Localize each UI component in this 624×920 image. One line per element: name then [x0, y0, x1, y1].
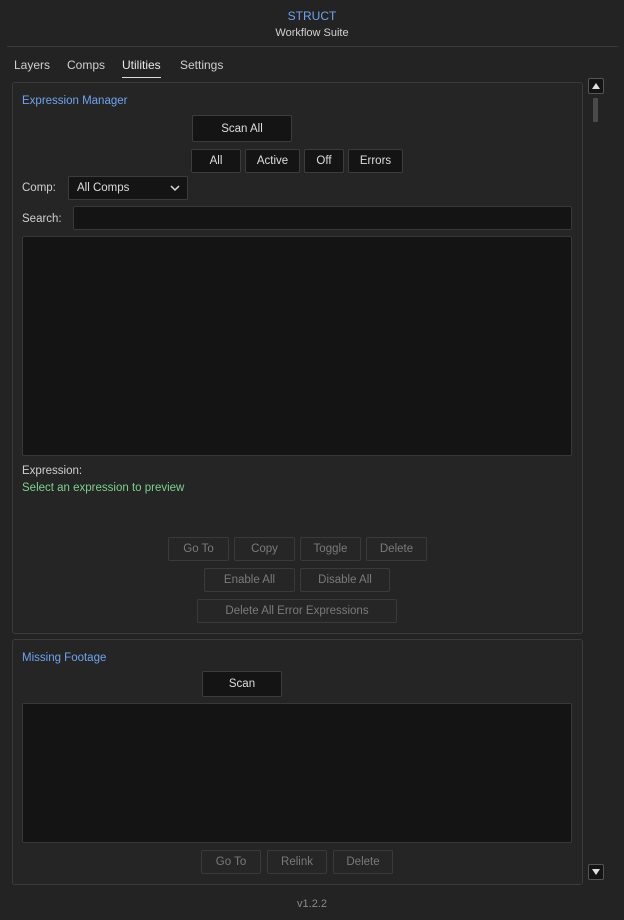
expression-list[interactable]: [22, 236, 572, 456]
missing-footage-list[interactable]: [22, 703, 572, 843]
delete-all-error-expressions-button[interactable]: Delete All Error Expressions: [197, 599, 397, 623]
tab-settings[interactable]: Settings: [180, 58, 223, 72]
toggle-button[interactable]: Toggle: [300, 537, 361, 561]
missing-footage-panel: Missing Footage Scan Go To Relink Delete: [12, 639, 583, 885]
scrollbar[interactable]: [588, 78, 604, 880]
scroll-down-button[interactable]: [588, 864, 604, 880]
tab-comps[interactable]: Comps: [67, 58, 105, 72]
disable-all-button[interactable]: Disable All: [300, 568, 390, 592]
tab-utilities[interactable]: Utilities: [122, 58, 161, 78]
version-label: v1.2.2: [297, 898, 327, 910]
search-label: Search:: [22, 213, 62, 225]
filter-all-button[interactable]: All: [191, 149, 241, 173]
app-header: STRUCT Workflow Suite: [0, 0, 624, 46]
comp-select[interactable]: All Comps: [68, 176, 188, 200]
expression-manager-panel: Expression Manager Scan All All Active O…: [12, 82, 583, 634]
header-divider: [7, 46, 618, 47]
arrow-up-icon: [592, 83, 600, 89]
relink-button[interactable]: Relink: [267, 850, 327, 874]
expression-manager-title: Expression Manager: [22, 95, 128, 107]
app-subtitle: Workflow Suite: [275, 27, 349, 39]
filter-errors-button[interactable]: Errors: [348, 149, 403, 173]
footage-go-to-button[interactable]: Go To: [201, 850, 261, 874]
arrow-down-icon: [592, 869, 600, 875]
scroll-up-button[interactable]: [588, 78, 604, 94]
go-to-button[interactable]: Go To: [168, 537, 229, 561]
scan-button[interactable]: Scan: [202, 671, 282, 697]
chevron-down-icon: [170, 185, 180, 192]
missing-footage-title: Missing Footage: [22, 652, 107, 664]
expression-label: Expression:: [22, 465, 83, 477]
enable-all-button[interactable]: Enable All: [204, 568, 295, 592]
delete-button[interactable]: Delete: [366, 537, 427, 561]
search-input[interactable]: [73, 206, 572, 230]
expression-preview-text: Select an expression to preview: [22, 482, 185, 494]
scroll-thumb[interactable]: [593, 98, 598, 122]
footage-delete-button[interactable]: Delete: [333, 850, 393, 874]
tab-layers[interactable]: Layers: [14, 58, 50, 72]
comp-label: Comp:: [22, 182, 56, 194]
filter-off-button[interactable]: Off: [304, 149, 344, 173]
filter-active-button[interactable]: Active: [245, 149, 300, 173]
comp-select-value: All Comps: [77, 182, 130, 194]
copy-button[interactable]: Copy: [234, 537, 295, 561]
scan-all-button[interactable]: Scan All: [192, 115, 292, 142]
app-title: STRUCT: [287, 9, 337, 23]
